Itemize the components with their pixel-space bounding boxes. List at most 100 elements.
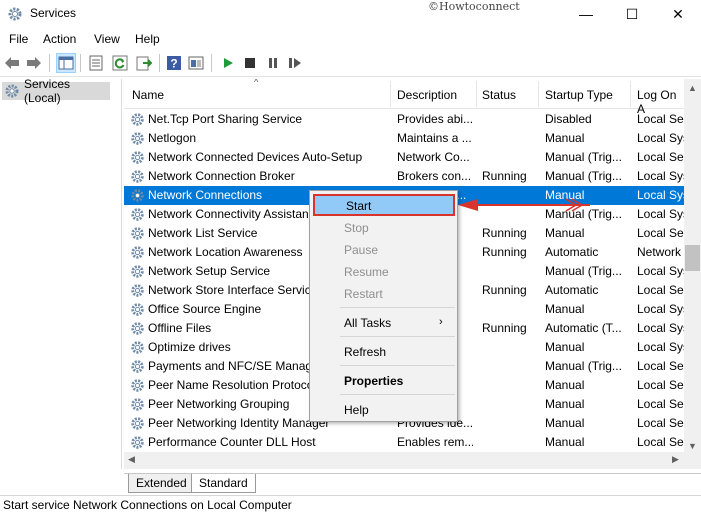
service-log-on-as: Local Ser [637,397,684,411]
console-tree-pane: Services (Local) [0,77,122,469]
vertical-scrollbar[interactable]: ▲ ▼ [684,79,701,469]
column-name[interactable]: Name [132,88,164,102]
service-startup-type: Disabled [545,112,592,126]
scroll-up-icon[interactable]: ▲ [688,83,697,93]
menu-item-restart: Restart [310,283,457,305]
menu-help[interactable]: Help [135,32,160,46]
column-description[interactable]: Description [397,88,457,102]
service-gear-icon [131,341,144,354]
service-gear-icon [131,227,144,240]
service-name: Network Connected Devices Auto-Setup [148,150,363,164]
properties-sheet-icon[interactable] [86,53,106,73]
service-log-on-as: Local Ser [637,112,684,126]
service-log-on-as: Local Sys [637,207,684,221]
service-gear-icon [131,303,144,316]
menu-item-properties[interactable]: Properties [310,370,457,392]
help-icon[interactable]: ? [164,53,184,73]
minimize-button[interactable]: — [563,0,609,28]
service-log-on-as: Local Sys [637,169,684,183]
view-tabs: Extended Standard [124,473,701,493]
submenu-arrow-icon: › [439,316,443,328]
menu-item-all-tasks[interactable]: All Tasks › [310,312,457,334]
scroll-thumb[interactable] [685,245,700,271]
service-gear-icon [131,436,144,449]
show-hide-action-pane-icon[interactable] [186,53,206,73]
menu-file[interactable]: File [9,32,28,46]
service-startup-type: Manual [545,378,585,392]
menu-item-start[interactable]: Start [313,194,455,216]
start-service-icon[interactable] [218,53,238,73]
service-gear-icon [131,113,144,126]
refresh-icon[interactable] [110,53,130,73]
service-status: Running [482,169,527,183]
service-log-on-as: Network [637,245,682,259]
service-description: Maintains a ... [397,131,472,145]
service-gear-icon [131,246,144,259]
tree-item-services-local[interactable]: Services (Local) [2,77,110,105]
tree-item-label: Services (Local) [24,77,71,105]
service-description: Enables rem... [397,435,473,449]
table-row[interactable]: Net.Tcp Port Sharing Service Provides abi… [124,110,684,129]
service-gear-icon [131,379,144,392]
forward-arrow-icon[interactable] [24,53,44,73]
horizontal-scrollbar[interactable]: ◀ ▶ [124,452,684,469]
scroll-right-icon[interactable]: ▶ [672,454,679,465]
menu-view[interactable]: View [94,32,120,46]
service-gear-icon [131,398,144,411]
menu-item-refresh[interactable]: Refresh [310,341,457,363]
service-log-on-as: Local Ser [637,378,684,392]
service-startup-type: Automatic [545,245,599,259]
service-log-on-as: Local Sys [637,340,684,354]
service-gear-icon [131,360,144,373]
stop-service-icon[interactable] [240,53,260,73]
service-log-on-as: Local Ser [637,435,684,449]
column-status[interactable]: Status [482,88,516,102]
back-arrow-icon[interactable] [2,53,22,73]
service-log-on-as: Local Sys [637,321,684,335]
table-row[interactable]: Performance Counter DLL Host Enables rem.… [124,433,684,452]
table-row[interactable]: Network Connection Broker Brokers con... R… [124,167,684,186]
close-button[interactable]: ✕ [655,0,701,28]
restart-service-icon[interactable] [285,53,305,73]
title-bar: Services ©Howtoconnect — ☐ ✕ [0,0,701,28]
toolbar: ? [0,50,701,77]
service-startup-type: Manual (Trig... [545,359,622,373]
service-name: Net.Tcp Port Sharing Service [148,112,303,126]
service-startup-type: Manual [545,416,585,430]
context-menu: Start Stop Pause Resume Restart All Task… [309,190,458,422]
service-status: Running [482,226,527,240]
menu-item-label: Start [346,199,372,213]
tab-extended[interactable]: Extended [128,474,195,493]
service-name: Performance Counter DLL Host [148,435,316,449]
service-log-on-as: Local Ser [637,416,684,430]
service-status: Running [482,321,527,335]
sort-indicator-icon: ^ [254,79,259,87]
export-list-icon[interactable] [134,53,154,73]
service-log-on-as: Local Sys [637,302,684,316]
service-log-on-as: Local Sys [637,264,684,278]
console-tree-icon[interactable] [56,53,76,73]
pause-service-icon[interactable] [263,53,283,73]
service-log-on-as: Local Ser [637,283,684,297]
service-startup-type: Manual (Trig... [545,264,622,278]
tab-standard[interactable]: Standard [191,474,256,493]
service-startup-type: Manual [545,302,585,316]
service-gear-icon [131,208,144,221]
scroll-down-icon[interactable]: ▼ [688,441,697,451]
service-startup-type: Manual [545,131,585,145]
watermark-text: ©Howtoconnect [428,0,520,13]
maximize-button[interactable]: ☐ [609,0,655,28]
menu-action[interactable]: Action [43,32,76,46]
scroll-left-icon[interactable]: ◀ [128,454,135,465]
column-startup-type[interactable]: Startup Type [545,88,613,102]
annotation-arrow-icon [458,198,590,212]
menu-item-help[interactable]: Help [310,399,457,421]
status-bar: Start service Network Connections on Loc… [0,495,701,513]
table-row[interactable]: Network Connected Devices Auto-Setup Netw… [124,148,684,167]
column-header: ^ Name Description Status Startup Type L… [124,79,684,116]
menu-item-label: Stop [344,221,369,235]
table-row[interactable]: Netlogon Maintains a ... Manual Local Sys [124,129,684,148]
services-gear-icon [8,7,22,21]
service-startup-type: Manual [545,340,585,354]
menu-item-label: All Tasks [344,316,392,330]
